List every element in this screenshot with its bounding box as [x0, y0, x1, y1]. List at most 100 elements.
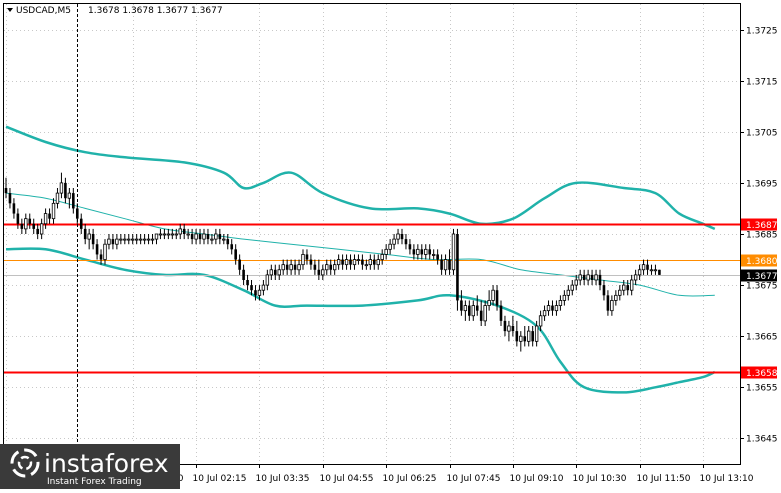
candle-body-bear: [293, 264, 297, 270]
candle-body-bull: [649, 269, 654, 272]
current-price-label: 1.3677: [746, 272, 778, 282]
candle-body-bull: [55, 192, 60, 204]
candle-body-bull: [380, 254, 384, 260]
candle-body-bull: [24, 218, 28, 230]
candle-body-bear: [234, 249, 237, 260]
candle-body-bull: [586, 274, 590, 281]
candle-body-bear: [8, 193, 12, 204]
candle-body-bull: [39, 223, 44, 235]
candle-body-bear: [28, 218, 32, 224]
candle-body-bear: [79, 218, 83, 229]
candle-body-bull: [554, 305, 559, 312]
candle-body-bear: [48, 213, 51, 219]
candle-body-bull: [519, 335, 523, 342]
candle-body-bull: [562, 294, 567, 301]
candle-body-bull: [491, 289, 495, 301]
candle-body-bull: [67, 192, 72, 199]
candle-body-bear: [329, 264, 333, 270]
candle-body-bull: [368, 259, 373, 266]
candle-body-bear: [658, 269, 661, 275]
candle-body-bull: [574, 279, 578, 286]
candle-body-bear: [460, 300, 463, 311]
candle-body-bear: [95, 244, 99, 255]
x-tick-label: 10 Jul 06:25: [383, 474, 437, 484]
price-label: 1.3658: [746, 369, 778, 379]
candle-body-bull: [115, 238, 119, 245]
y-tick-label: 1.3665: [746, 333, 778, 343]
candle-body-bull: [471, 305, 475, 317]
candle-body-bull: [483, 305, 487, 322]
candle-body-bear: [83, 228, 87, 240]
chart-container: 1.3645 1.3655 1.3665 1.3675 1.3685 1.3695 1.37…: [0, 0, 781, 489]
candle-body-bull: [622, 284, 626, 291]
candle-body-bear: [226, 239, 230, 245]
candle-body-bull: [103, 243, 107, 260]
candle-body-bear: [400, 234, 404, 240]
candle-body-bull: [43, 213, 48, 225]
candle-body-bear: [111, 239, 115, 245]
x-tick-label: 10 Jul 03:35: [256, 474, 310, 484]
candle-body-bull: [507, 325, 511, 332]
candlestick-chart: 1.3645 1.3655 1.3665 1.3675 1.3685 1.3695 1.37…: [0, 0, 781, 489]
candle-body-bull: [301, 254, 305, 266]
candle-body-bull: [154, 233, 159, 240]
candle-body-bear: [341, 259, 344, 265]
candle-body-bear: [285, 264, 289, 270]
candle-body-bull: [618, 289, 622, 296]
candle-body-bear: [420, 249, 424, 255]
candle-body-bear: [16, 213, 20, 224]
candle-body-bear: [495, 290, 499, 306]
candle-body-bull: [352, 259, 357, 266]
candle-body-bull: [633, 274, 638, 281]
candle-body-bear: [412, 249, 416, 255]
candle-body-bull: [261, 284, 266, 291]
ohlc-values: 1.3678 1.3678 1.3677 1.3677: [88, 6, 223, 16]
y-tick-label: 1.3645: [746, 435, 778, 445]
candle-body-bear: [32, 223, 36, 229]
candle-body-bear: [273, 269, 277, 275]
candle-body-bull: [629, 279, 634, 291]
candle-body-bear: [428, 249, 432, 255]
candle-body-bear: [598, 274, 602, 286]
candle-body-bull: [384, 248, 388, 255]
y-tick-label: 1.3655: [746, 384, 778, 394]
candle-body-bull: [134, 238, 139, 241]
candle-body-bull: [578, 274, 582, 281]
x-tick-label: 10 Jul 07:45: [447, 474, 501, 484]
candle-body-bull: [281, 264, 285, 271]
candle-body-bear: [64, 182, 67, 199]
candle-body-bear: [72, 193, 75, 209]
candle-body-bear: [582, 274, 586, 280]
candle-body-bull: [186, 233, 190, 236]
candle-body-bull: [59, 182, 64, 194]
candle-body-bull: [392, 238, 396, 245]
candle-body-bear: [230, 244, 234, 250]
candle-body-bear: [499, 305, 503, 321]
y-tick-label: 1.3725: [746, 27, 778, 37]
candle-body-bear: [242, 269, 245, 280]
candle-body-bear: [317, 269, 321, 275]
candle-body-bull: [321, 269, 325, 276]
candle-body-bear: [36, 228, 39, 234]
candle-body-bull: [558, 300, 563, 306]
candle-body-bull: [356, 259, 361, 261]
candle-body-bull: [162, 233, 167, 236]
logo-tagline-text: Instant Forex Trading: [47, 477, 142, 487]
candle-body-bull: [344, 259, 349, 266]
candle-body-bull: [534, 325, 539, 342]
candle-body-bear: [590, 274, 594, 280]
y-tick-label: 1.3715: [746, 78, 778, 88]
instaforex-logo: instaforex Instant Forex Trading: [0, 444, 180, 489]
candle-body-bull: [487, 300, 491, 306]
candle-body-bear: [515, 331, 519, 342]
candle-body-bear: [440, 259, 443, 270]
candle-body-bear: [531, 331, 534, 342]
candle-body-bear: [198, 234, 202, 240]
candle-body-bull: [297, 264, 301, 271]
candle-body-bear: [20, 223, 24, 229]
candle: [658, 269, 661, 275]
candle-body-bear: [349, 259, 352, 265]
candle-body-bear: [246, 280, 249, 286]
candle-body-bull: [174, 233, 178, 236]
candle-body-bull: [325, 264, 329, 271]
